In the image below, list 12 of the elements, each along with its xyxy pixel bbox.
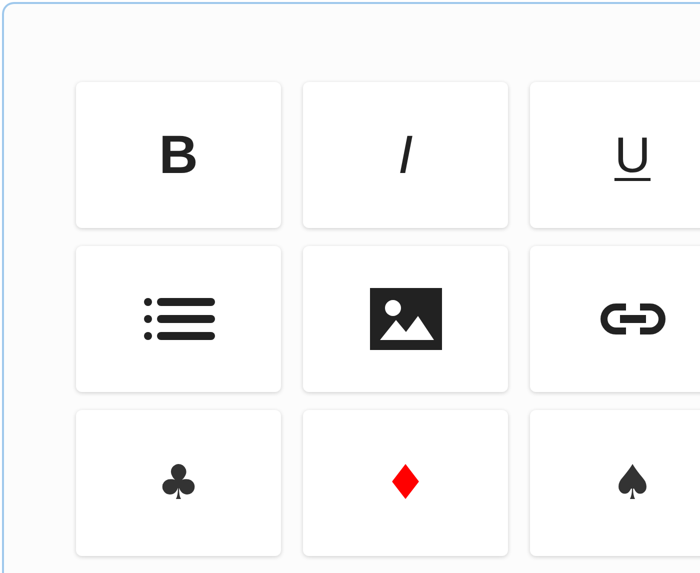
symbol-button[interactable]: ♠: [530, 410, 700, 556]
link-icon: [598, 301, 668, 337]
symbol-button[interactable]: ♦: [303, 410, 508, 556]
underline-button[interactable]: U: [530, 82, 700, 228]
link-button[interactable]: [530, 246, 700, 392]
list-button[interactable]: [76, 246, 281, 392]
italic-button[interactable]: I: [303, 82, 508, 228]
symbol-button[interactable]: ♣: [76, 410, 281, 556]
image-button[interactable]: [303, 246, 508, 392]
bold-button[interactable]: B: [76, 82, 281, 228]
image-icon: [370, 288, 442, 350]
list-icon: [142, 297, 214, 341]
